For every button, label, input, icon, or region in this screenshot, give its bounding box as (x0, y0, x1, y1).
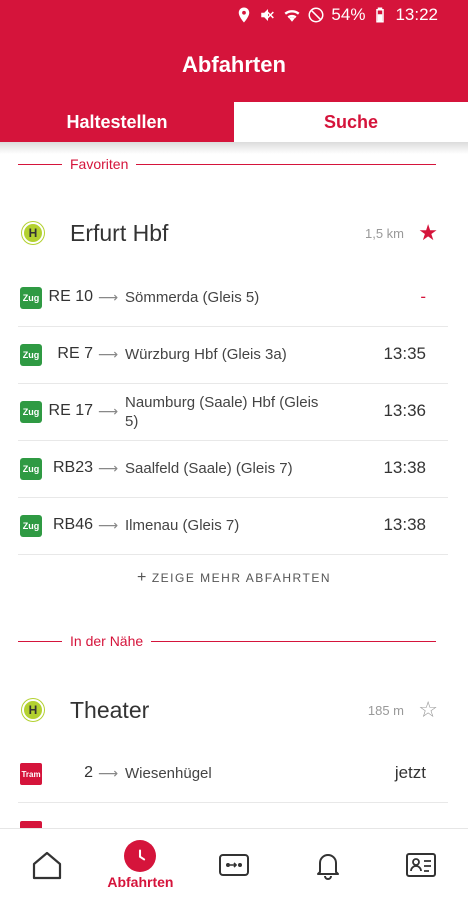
destination: Naumburg (Saale) Hbf (Gleis 5) (125, 394, 319, 430)
arrow-right-icon: ⟶ (98, 289, 119, 305)
id-card-icon (406, 852, 437, 877)
departure-row[interactable]: Zug RB23 ⟶ Saalfeld (Saale) (Gleis 7) 13… (18, 441, 448, 498)
arrow-right-icon: ⟶ (98, 517, 119, 533)
bus-stop-icon: H (22, 222, 44, 244)
stop-row-theater[interactable]: H Theater 185 m ☆ (0, 685, 468, 735)
section-label: In der Nähe (70, 633, 144, 649)
tab-haltestellen[interactable]: Haltestellen (0, 102, 234, 142)
stop-name: Theater (70, 697, 150, 723)
battery-percent: 54% (331, 5, 366, 24)
tab-bar: Haltestellen Suche (0, 102, 468, 142)
wifi-icon (283, 6, 301, 24)
train-badge-icon: Zug (20, 458, 42, 480)
divider (18, 163, 62, 165)
line-name: RE 17 (48, 402, 93, 419)
clock: 13:22 (395, 5, 438, 24)
nav-profile[interactable] (374, 829, 468, 900)
divider (136, 163, 436, 165)
destination: Ilmenau (Gleis 7) (125, 517, 240, 534)
destination: Saalfeld (Saale) (Gleis 7) (125, 460, 293, 477)
line-name: RB23 (52, 459, 93, 476)
tab-suche[interactable]: Suche (234, 102, 468, 142)
departure-row[interactable]: Zug RE 7 ⟶ Würzburg Hbf (Gleis 3a) 13:35 (18, 327, 448, 384)
destination: Sömmerda (Gleis 5) (125, 289, 260, 306)
destination: Würzburg Hbf (Gleis 3a) (125, 346, 287, 363)
departure-row-partial[interactable] (18, 818, 448, 828)
star-outline-icon[interactable]: ☆ (418, 697, 438, 723)
nav-home[interactable] (0, 829, 94, 900)
header-shadow (0, 142, 468, 154)
departures-list[interactable]: Favoriten H Erfurt Hbf 1,5 km ★ Zug RE 1… (0, 142, 468, 828)
line-name: RE 7 (57, 345, 93, 362)
line-name: RE 10 (48, 288, 93, 305)
section-nearby: In der Nähe (18, 631, 436, 651)
app-header: 54% 13:22 Abfahrten Haltestellen Suche (0, 0, 468, 142)
train-badge-icon: Zug (20, 515, 42, 537)
stop-name: Erfurt Hbf (70, 220, 169, 246)
battery-icon (371, 6, 389, 24)
tram-badge-icon: Tram (20, 763, 42, 785)
arrow-right-icon: ⟶ (98, 460, 119, 476)
line-name: RB46 (52, 516, 93, 533)
clock-icon (124, 839, 157, 872)
line-name: 2 (84, 764, 93, 781)
nav-label: Abfahrten (107, 873, 174, 890)
bell-icon (316, 853, 339, 880)
departure-time: 13:36 (383, 401, 426, 420)
page-title: Abfahrten (182, 52, 286, 77)
destination: Wiesenhügel (125, 765, 212, 782)
departure-time: 13:35 (383, 344, 426, 363)
departure-time: - (420, 287, 426, 306)
star-filled-icon[interactable]: ★ (418, 220, 438, 246)
stop-row-erfurt-hbf[interactable]: H Erfurt Hbf 1,5 km ★ (0, 208, 468, 258)
train-badge-icon: Zug (20, 287, 42, 309)
bottom-navigation: Abfahrten (0, 828, 468, 900)
departure-time: 13:38 (383, 458, 426, 477)
show-more-label: ZEIGE MEHR ABFAHRTEN (151, 571, 331, 585)
home-icon (32, 851, 61, 879)
departure-time: jetzt (394, 763, 426, 782)
location-icon (235, 6, 253, 24)
plus-icon: + (137, 569, 148, 586)
departure-row[interactable]: Zug RE 17 ⟶ Naumburg (Saale) Hbf (Gleis … (18, 384, 448, 441)
nav-alerts[interactable] (281, 829, 375, 900)
dnd-icon (307, 6, 325, 24)
departure-time: 13:38 (383, 515, 426, 534)
bus-stop-icon: H (22, 699, 44, 721)
departure-row[interactable]: Zug RE 10 ⟶ Sömmerda (Gleis 5) - (18, 270, 448, 327)
arrow-right-icon: ⟶ (98, 346, 119, 362)
divider (18, 640, 62, 642)
departure-row[interactable]: Zug RB46 ⟶ Ilmenau (Gleis 7) 13:38 (18, 498, 448, 555)
departure-row[interactable]: Tram 2 ⟶ Wiesenhügel jetzt (18, 746, 448, 803)
status-bar: 54% 13:22 (235, 4, 438, 26)
arrow-right-icon: ⟶ (98, 765, 119, 781)
train-badge-icon: Zug (20, 344, 42, 366)
stop-distance: 1,5 km (364, 226, 404, 241)
nav-departures[interactable]: Abfahrten (94, 829, 188, 900)
divider (151, 640, 436, 642)
section-label: Favoriten (70, 156, 129, 172)
ticket-icon (218, 853, 249, 876)
show-more-departures-button[interactable]: + ZEIGE MEHR ABFAHRTEN (0, 569, 468, 587)
arrow-right-icon: ⟶ (98, 403, 119, 419)
section-favorites: Favoriten (18, 154, 436, 174)
train-badge-icon: Zug (20, 401, 42, 423)
tram-badge-icon (20, 821, 42, 828)
mute-icon (259, 6, 277, 24)
nav-tickets[interactable] (187, 829, 281, 900)
stop-distance: 185 m (367, 703, 404, 718)
